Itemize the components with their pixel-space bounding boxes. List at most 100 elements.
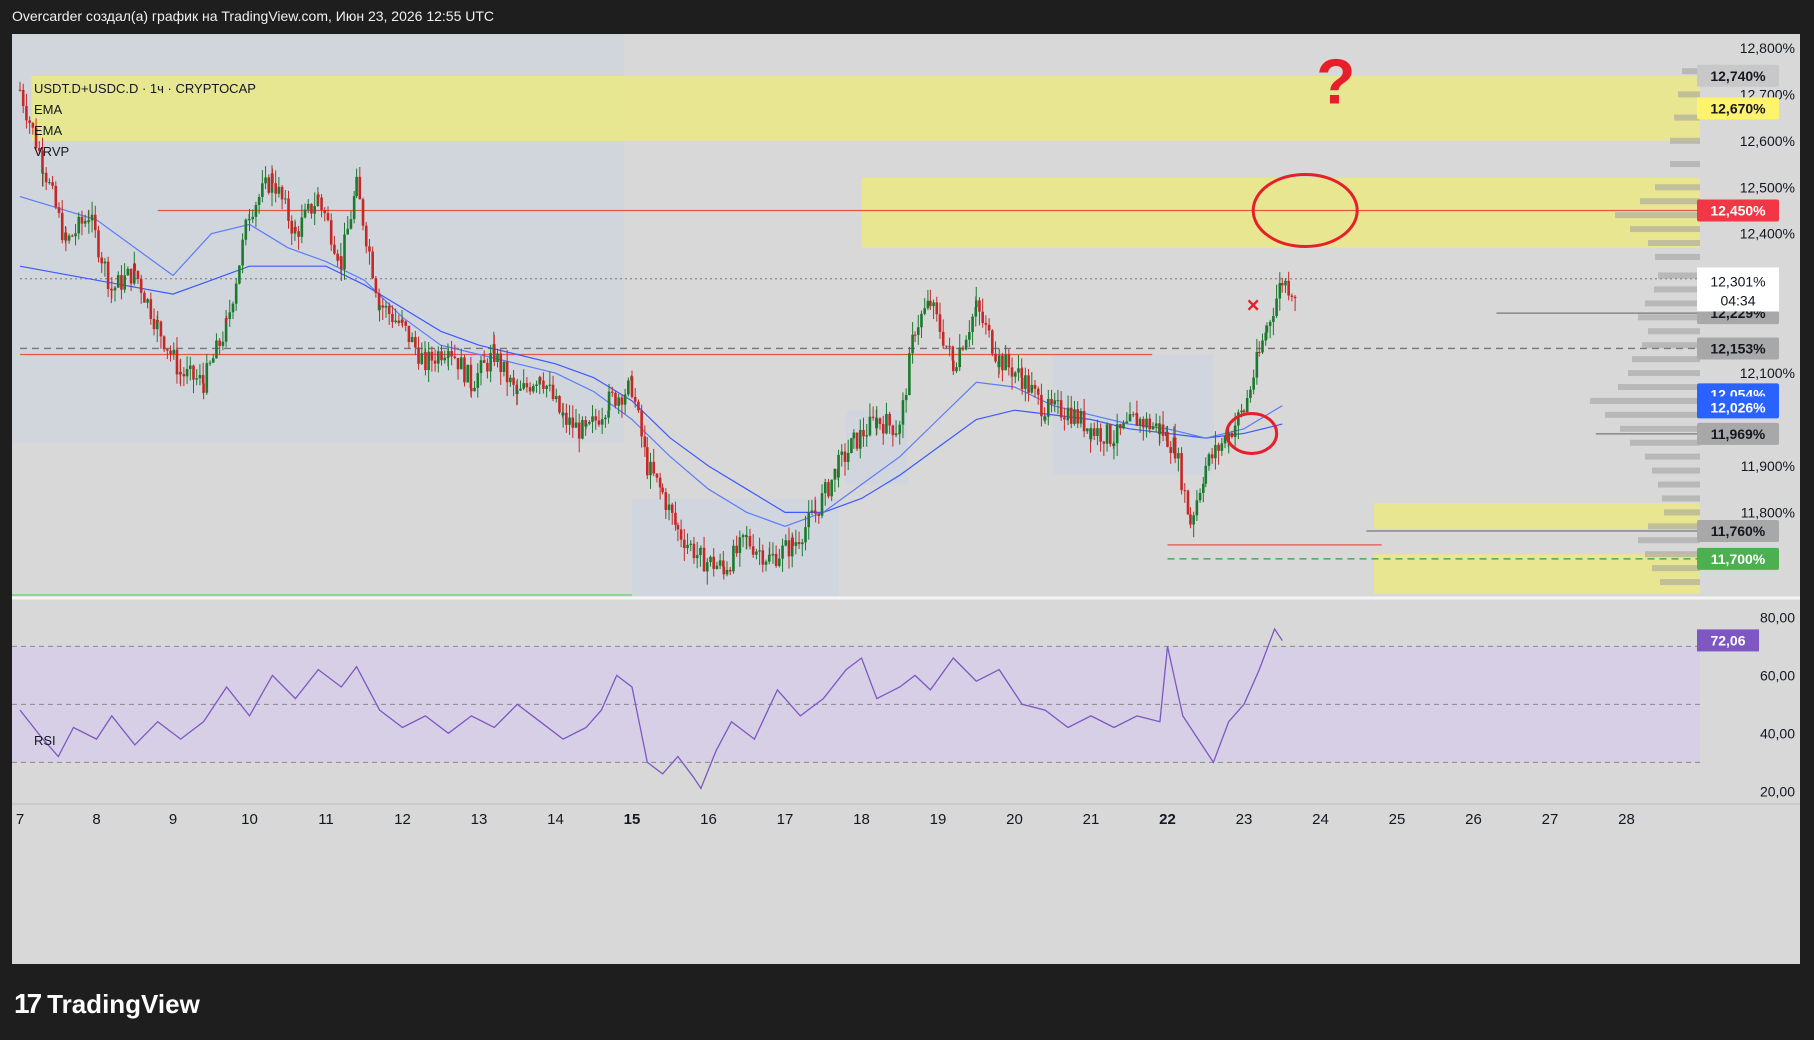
candle-body[interactable]	[850, 438, 853, 454]
last-price-value[interactable]: 12,301%	[1710, 273, 1765, 289]
candle-body[interactable]	[1027, 375, 1030, 393]
candle-body[interactable]	[971, 316, 974, 333]
candle-body[interactable]	[600, 419, 604, 425]
candle-body[interactable]	[146, 299, 149, 303]
candle-body[interactable]	[594, 416, 598, 421]
candle-body[interactable]	[280, 186, 284, 200]
candle-body[interactable]	[391, 313, 394, 323]
candle-body[interactable]	[901, 400, 905, 425]
candle-body[interactable]	[800, 542, 804, 545]
candle-body[interactable]	[997, 355, 1001, 368]
candle-body[interactable]	[699, 547, 703, 549]
candle-body[interactable]	[1112, 443, 1116, 447]
candle-body[interactable]	[1161, 424, 1165, 436]
candle-body[interactable]	[244, 219, 248, 240]
candle-body[interactable]	[103, 261, 107, 264]
candle-body[interactable]	[166, 349, 169, 351]
candle-body[interactable]	[846, 453, 850, 462]
candle-body[interactable]	[614, 392, 617, 406]
candle-body[interactable]	[64, 232, 68, 241]
candle-body[interactable]	[781, 545, 784, 559]
candle-body[interactable]	[840, 451, 844, 455]
candle-body[interactable]	[858, 429, 862, 449]
candle-body[interactable]	[784, 540, 788, 546]
candle-body[interactable]	[722, 566, 726, 575]
candle-body[interactable]	[364, 225, 368, 247]
candle-body[interactable]	[129, 268, 133, 284]
candle-body[interactable]	[90, 214, 94, 221]
candle-body[interactable]	[74, 233, 77, 237]
tradingview-logo[interactable]: 17 TradingView	[14, 988, 200, 1020]
candle-body[interactable]	[1214, 444, 1217, 459]
candle-body[interactable]	[774, 553, 778, 566]
candle-body[interactable]	[610, 391, 614, 393]
candle-body[interactable]	[604, 417, 607, 420]
candle-body[interactable]	[820, 493, 824, 516]
candle-body[interactable]	[823, 482, 827, 494]
candle-body[interactable]	[561, 412, 565, 416]
candle-body[interactable]	[581, 419, 584, 439]
candle-body[interactable]	[251, 216, 255, 220]
candle-body[interactable]	[175, 349, 179, 375]
candle-body[interactable]	[87, 220, 91, 222]
candle-body[interactable]	[1284, 280, 1287, 286]
candle-body[interactable]	[433, 360, 437, 364]
candle-body[interactable]	[340, 256, 343, 270]
candle-body[interactable]	[381, 305, 385, 308]
candle-body[interactable]	[420, 353, 424, 364]
candle-body[interactable]	[346, 228, 350, 235]
candle-body[interactable]	[329, 220, 333, 245]
candle-body[interactable]	[97, 230, 100, 258]
price-label[interactable]: 12,670%	[1710, 100, 1766, 116]
candle-body[interactable]	[891, 425, 895, 436]
candle-body[interactable]	[294, 226, 297, 232]
candle-body[interactable]	[667, 504, 671, 510]
candle-body[interactable]	[361, 199, 365, 226]
candle-body[interactable]	[83, 220, 87, 224]
candle-body[interactable]	[303, 209, 307, 218]
candle-body[interactable]	[935, 302, 939, 315]
candle-body[interactable]	[771, 553, 775, 556]
candle-body[interactable]	[120, 275, 123, 290]
candle-body[interactable]	[843, 451, 847, 462]
candle-body[interactable]	[172, 349, 176, 355]
candle-body[interactable]	[18, 89, 22, 91]
candle-body[interactable]	[450, 351, 453, 357]
candle-body[interactable]	[25, 106, 28, 121]
candle-body[interactable]	[202, 383, 205, 393]
candle-body[interactable]	[584, 423, 588, 427]
annotation-text-1[interactable]: ?	[1316, 46, 1355, 118]
candle-body[interactable]	[751, 546, 755, 555]
candle-body[interactable]	[852, 432, 856, 439]
candle-body[interactable]	[277, 186, 281, 194]
candle-body[interactable]	[333, 244, 336, 254]
candle-body[interactable]	[387, 305, 391, 314]
candle-body[interactable]	[1020, 377, 1024, 389]
candle-body[interactable]	[313, 206, 316, 214]
candle-body[interactable]	[855, 432, 859, 449]
candle-body[interactable]	[545, 385, 548, 389]
candle-body[interactable]	[522, 383, 525, 389]
candle-body[interactable]	[715, 565, 719, 569]
candle-body[interactable]	[646, 447, 649, 476]
candle-body[interactable]	[205, 363, 209, 393]
candle-body[interactable]	[493, 344, 496, 363]
price-label[interactable]: 12,153%	[1710, 340, 1766, 356]
candle-body[interactable]	[349, 219, 353, 229]
rsi-pane-label[interactable]: RSI	[34, 733, 56, 748]
candle-body[interactable]	[623, 394, 627, 405]
candle-body[interactable]	[1024, 375, 1027, 389]
candle-body[interactable]	[310, 203, 313, 214]
candle-body[interactable]	[1125, 421, 1129, 423]
rsi-value-label[interactable]: 72,06	[1710, 632, 1745, 648]
candle-body[interactable]	[515, 390, 519, 395]
candle-body[interactable]	[254, 204, 258, 217]
candle-body[interactable]	[878, 418, 882, 424]
candle-body[interactable]	[1066, 407, 1070, 420]
candle-body[interactable]	[505, 361, 509, 383]
candle-body[interactable]	[1189, 514, 1192, 525]
candle-body[interactable]	[817, 513, 821, 516]
candle-body[interactable]	[162, 336, 166, 350]
candle-body[interactable]	[1056, 400, 1060, 402]
candle-body[interactable]	[1128, 414, 1132, 422]
